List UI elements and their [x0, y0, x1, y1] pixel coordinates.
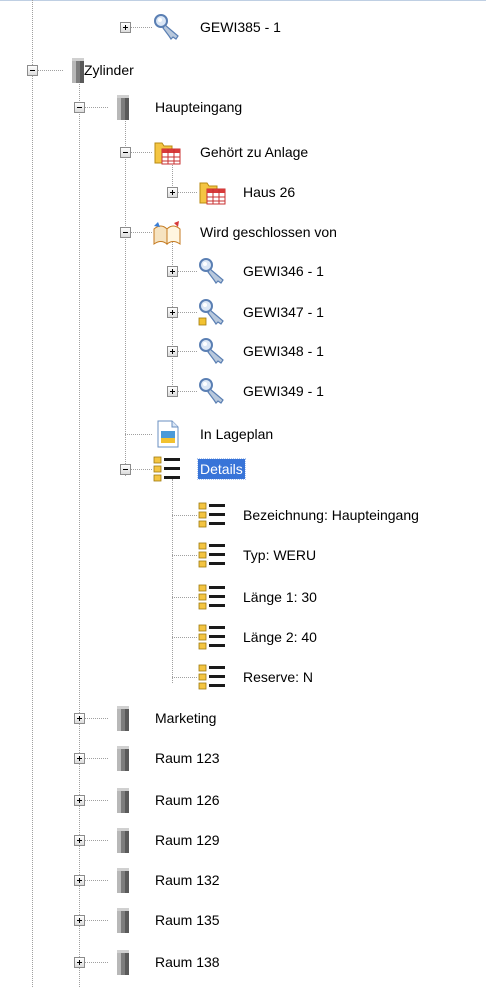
- cylinder-icon: [117, 828, 129, 853]
- document-image-icon: [157, 420, 179, 448]
- cylinder-icon: [117, 950, 129, 975]
- cylinder-icon: [117, 868, 129, 893]
- expand-button[interactable]: [167, 346, 178, 357]
- tree-node-label[interactable]: Raum 126: [153, 790, 222, 810]
- object-tree-view[interactable]: GEWI385 - 1 Zylinder Haupteingang Gehört zu…: [0, 0, 486, 987]
- cylinder-icon: [117, 908, 129, 933]
- tree-connector-line: [172, 515, 197, 516]
- tree-node-label[interactable]: GEWI346 - 1: [241, 261, 326, 281]
- key-icon: [199, 338, 224, 364]
- tree-node-label[interactable]: Wird geschlossen von: [198, 222, 339, 242]
- tree-node-label[interactable]: Raum 132: [153, 870, 222, 890]
- tree-connector-line: [125, 434, 152, 435]
- expand-button[interactable]: [74, 875, 85, 886]
- folder-grid-icon: [199, 182, 226, 205]
- tree-node-label[interactable]: In Lageplan: [198, 424, 275, 444]
- tree-node-label[interactable]: Typ: WERU: [241, 545, 318, 565]
- expand-button[interactable]: [74, 753, 85, 764]
- expand-button[interactable]: [167, 266, 178, 277]
- expand-button[interactable]: [74, 915, 85, 926]
- expand-button[interactable]: [74, 957, 85, 968]
- cylinder-icon: [117, 706, 129, 731]
- tree-node-label[interactable]: Haupteingang: [153, 97, 244, 117]
- tree-node-label[interactable]: Zylinder: [82, 60, 136, 80]
- details-list-icon: [198, 624, 225, 650]
- tree-node-label[interactable]: Länge 1: 30: [241, 587, 319, 607]
- key-icon: [154, 14, 179, 40]
- expand-button[interactable]: [167, 307, 178, 318]
- open-book-icon: [153, 221, 181, 246]
- details-list-icon: [198, 502, 225, 528]
- expand-button[interactable]: [167, 187, 178, 198]
- tree-node-label[interactable]: Länge 2: 40: [241, 627, 319, 647]
- tree-node-label[interactable]: Details: [197, 458, 246, 480]
- tree-node-label[interactable]: GEWI347 - 1: [241, 302, 326, 322]
- tree-node-label[interactable]: GEWI348 - 1: [241, 341, 326, 361]
- tree-node-label[interactable]: Raum 129: [153, 830, 222, 850]
- tree-node-label[interactable]: Raum 138: [153, 952, 222, 972]
- key-icon: [199, 378, 224, 404]
- expand-button[interactable]: [120, 22, 131, 33]
- folder-grid-icon: [154, 142, 181, 165]
- tree-connector-line: [79, 80, 80, 987]
- tree-connector-line: [125, 117, 126, 476]
- collapse-button[interactable]: [120, 147, 131, 158]
- details-list-icon: [198, 584, 225, 610]
- cylinder-icon: [117, 788, 129, 813]
- tree-node-label[interactable]: Haus 26: [241, 182, 297, 202]
- expand-button[interactable]: [167, 386, 178, 397]
- tree-node-label[interactable]: Reserve: N: [241, 667, 315, 687]
- tree-node-label[interactable]: Raum 123: [153, 748, 222, 768]
- tree-connector-line: [172, 555, 197, 556]
- cylinder-icon: [117, 746, 129, 771]
- tree-connector-line: [32, 0, 33, 987]
- key-warning-icon: [198, 299, 224, 326]
- cylinder-icon: [117, 95, 129, 120]
- tree-node-label[interactable]: Raum 135: [153, 910, 222, 930]
- details-list-icon: [153, 456, 180, 482]
- details-list-icon: [198, 664, 225, 690]
- tree-connector-line: [172, 479, 173, 683]
- collapse-button[interactable]: [120, 227, 131, 238]
- tree-node-label[interactable]: Gehört zu Anlage: [198, 142, 310, 162]
- tree-connector-line: [172, 597, 197, 598]
- collapse-button[interactable]: [120, 464, 131, 475]
- tree-connector-line: [172, 677, 197, 678]
- collapse-button[interactable]: [74, 102, 85, 113]
- details-list-icon: [198, 542, 225, 568]
- tree-connector-line: [172, 637, 197, 638]
- tree-node-label[interactable]: Bezeichnung: Haupteingang: [241, 505, 421, 525]
- expand-button[interactable]: [74, 835, 85, 846]
- expand-button[interactable]: [74, 795, 85, 806]
- expand-button[interactable]: [74, 713, 85, 724]
- collapse-button[interactable]: [27, 65, 38, 76]
- tree-node-label[interactable]: GEWI385 - 1: [198, 17, 283, 37]
- tree-node-label[interactable]: GEWI349 - 1: [241, 381, 326, 401]
- tree-node-label[interactable]: Marketing: [153, 708, 218, 728]
- key-icon: [199, 258, 224, 284]
